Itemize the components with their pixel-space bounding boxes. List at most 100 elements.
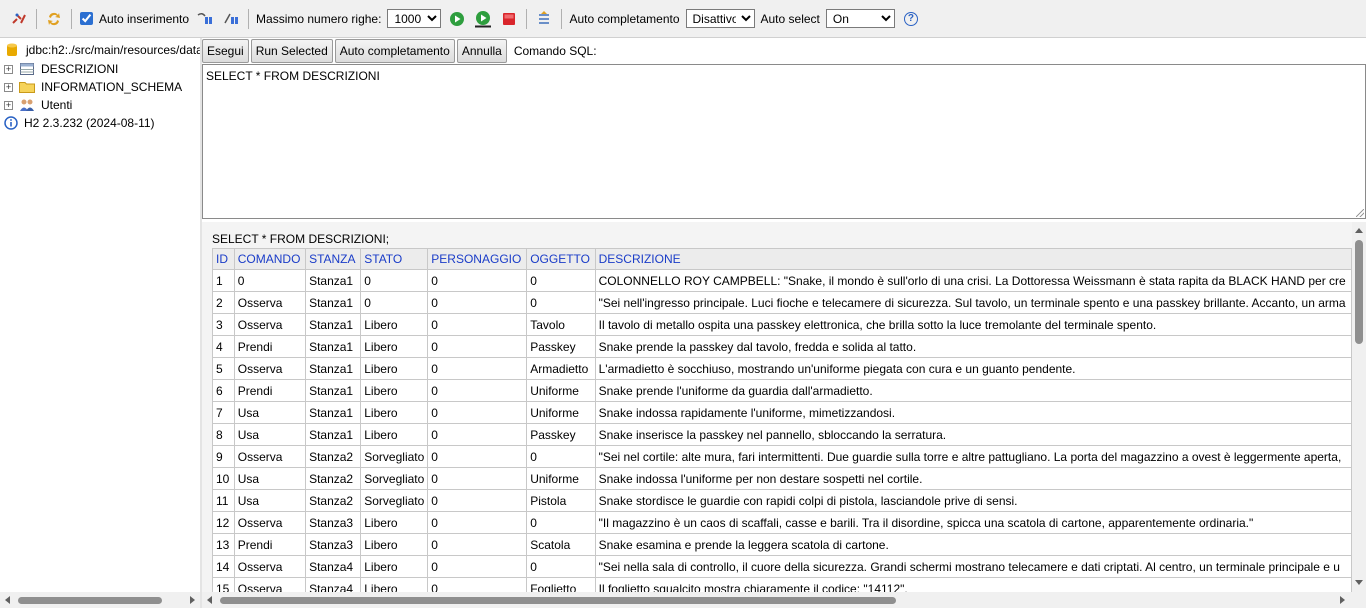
table-cell[interactable]: Usa xyxy=(233,467,307,490)
table-cell[interactable]: 2 xyxy=(212,291,235,314)
scroll-up-icon[interactable] xyxy=(1355,228,1363,233)
table-cell[interactable]: Libero xyxy=(360,357,429,380)
table-cell[interactable]: Stanza1 xyxy=(305,291,362,314)
expand-icon[interactable]: + xyxy=(4,100,13,110)
table-cell[interactable]: Libero xyxy=(360,533,429,556)
table-cell[interactable]: Sorvegliato xyxy=(360,489,429,512)
results-vertical-scrollbar[interactable] xyxy=(1352,222,1366,592)
auto-insert-checkbox[interactable] xyxy=(80,12,93,25)
table-cell[interactable]: Usa xyxy=(233,423,307,446)
scroll-left-icon[interactable] xyxy=(5,596,10,604)
table-cell[interactable]: Stanza3 xyxy=(305,511,362,534)
table-row[interactable]: 6 Prendi Stanza1 Libero 0 Uniforme Snake prend… xyxy=(212,379,1352,402)
table-cell[interactable]: 0 xyxy=(427,489,528,512)
table-row[interactable]: 9 Osserva Stanza2 Sorvegliato 0 0 "Sei nel cor… xyxy=(212,445,1352,468)
table-cell[interactable]: 0 xyxy=(526,445,596,468)
run-selected-button[interactable]: Run Selected xyxy=(250,39,333,63)
table-cell[interactable]: Osserva xyxy=(233,445,307,468)
table-cell[interactable]: Pistola xyxy=(526,489,596,512)
table-cell[interactable]: Sorvegliato xyxy=(360,467,429,490)
table-cell[interactable]: Libero xyxy=(360,555,429,578)
scroll-thumb[interactable] xyxy=(220,597,896,604)
table-cell[interactable]: Snake indossa l'uniforme per non destare… xyxy=(594,467,1352,490)
table-cell[interactable]: COLONNELLO ROY CAMPBELL: "Snake, il mond… xyxy=(594,269,1352,292)
table-cell[interactable]: Snake stordisce le guardie con rapidi co… xyxy=(594,489,1352,512)
table-cell[interactable]: Stanza1 xyxy=(305,423,362,446)
table-cell[interactable]: Prendi xyxy=(233,335,307,358)
table-cell[interactable]: Sorvegliato xyxy=(360,445,429,468)
table-cell[interactable]: Uniforme xyxy=(526,379,596,402)
column-header-stato[interactable]: STATO xyxy=(360,248,429,270)
table-cell[interactable]: 6 xyxy=(212,379,235,402)
table-cell[interactable]: 9 xyxy=(212,445,235,468)
expand-icon[interactable]: + xyxy=(4,64,13,74)
column-header-id[interactable]: ID xyxy=(212,248,235,270)
run-icon[interactable] xyxy=(447,9,467,29)
table-cell[interactable]: "Sei nell'ingresso principale. Luci fioc… xyxy=(594,291,1352,314)
scroll-left-icon[interactable] xyxy=(207,596,212,604)
table-cell[interactable]: 0 xyxy=(526,269,596,292)
table-cell[interactable]: Osserva xyxy=(233,313,307,336)
table-cell[interactable]: Libero xyxy=(360,401,429,424)
table-row[interactable]: 11 Usa Stanza2 Sorvegliato 0 Pistola Snake sto… xyxy=(212,489,1352,512)
table-cell[interactable]: 0 xyxy=(427,577,528,592)
table-cell[interactable]: 0 xyxy=(427,533,528,556)
column-header-personaggio[interactable]: PERSONAGGIO xyxy=(427,248,528,270)
table-cell[interactable]: Stanza2 xyxy=(305,467,362,490)
table-cell[interactable]: Stanza2 xyxy=(305,489,362,512)
table-cell[interactable]: 0 xyxy=(526,511,596,534)
table-cell[interactable]: Stanza1 xyxy=(305,269,362,292)
table-cell[interactable]: Osserva xyxy=(233,357,307,380)
cancel-button[interactable]: Annulla xyxy=(456,39,507,63)
tree-item-utenti[interactable]: + Utenti xyxy=(4,96,72,114)
table-cell[interactable]: Libero xyxy=(360,577,429,592)
table-cell[interactable]: Stanza1 xyxy=(305,401,362,424)
table-cell[interactable]: 14 xyxy=(212,555,235,578)
scroll-thumb[interactable] xyxy=(1355,240,1363,344)
table-row[interactable]: 8 Usa Stanza1 Libero 0 Passkey Snake inserisce… xyxy=(212,423,1352,446)
commit-icon[interactable] xyxy=(221,9,241,29)
tree-horizontal-scrollbar[interactable] xyxy=(0,592,200,608)
refresh-icon[interactable] xyxy=(44,9,64,29)
table-cell[interactable]: Prendi xyxy=(233,379,307,402)
table-cell[interactable]: 12 xyxy=(212,511,235,534)
table-cell[interactable]: Foglietto xyxy=(526,577,596,592)
table-row[interactable]: 15 Osserva Stanza4 Libero 0 Foglietto Il fogli… xyxy=(212,577,1352,592)
table-cell[interactable]: Snake prende l'uniforme da guardia dall'… xyxy=(594,379,1352,402)
expand-icon[interactable]: + xyxy=(4,82,13,92)
table-cell[interactable]: Osserva xyxy=(233,291,307,314)
table-row[interactable]: 7 Usa Stanza1 Libero 0 Uniforme Snake indossa … xyxy=(212,401,1352,424)
table-row[interactable]: 12 Osserva Stanza3 Libero 0 0 "Il magazzino è … xyxy=(212,511,1352,534)
table-cell[interactable]: Stanza1 xyxy=(305,313,362,336)
table-row[interactable]: 4 Prendi Stanza1 Libero 0 Passkey Snake prende… xyxy=(212,335,1352,358)
table-cell[interactable]: Snake prende la passkey dal tavolo, fred… xyxy=(594,335,1352,358)
table-cell[interactable]: 0 xyxy=(427,423,528,446)
table-cell[interactable]: Il tavolo di metallo ospita una passkey … xyxy=(594,313,1352,336)
table-row[interactable]: 5 Osserva Stanza1 Libero 0 Armadietto L'armadi… xyxy=(212,357,1352,380)
table-cell[interactable]: Libero xyxy=(360,423,429,446)
stop-icon[interactable] xyxy=(499,9,519,29)
table-cell[interactable]: Tavolo xyxy=(526,313,596,336)
autoselect-select[interactable]: On xyxy=(825,9,895,28)
table-cell[interactable]: 4 xyxy=(212,335,235,358)
table-cell[interactable]: Libero xyxy=(360,335,429,358)
table-cell[interactable]: 3 xyxy=(212,313,235,336)
table-cell[interactable]: Stanza2 xyxy=(305,445,362,468)
results-horizontal-scrollbar[interactable] xyxy=(202,592,1366,608)
table-cell[interactable]: Osserva xyxy=(233,555,307,578)
table-cell[interactable]: 8 xyxy=(212,423,235,446)
table-cell[interactable]: "Sei nella sala di controllo, il cuore d… xyxy=(594,555,1352,578)
scroll-thumb[interactable] xyxy=(18,597,162,604)
table-cell[interactable]: Osserva xyxy=(233,577,307,592)
table-cell[interactable]: Passkey xyxy=(526,423,596,446)
tree-item-information-schema[interactable]: + INFORMATION_SCHEMA xyxy=(4,78,182,96)
table-cell[interactable]: Osserva xyxy=(233,511,307,534)
table-cell[interactable]: Armadietto xyxy=(526,357,596,380)
table-cell[interactable]: 0 xyxy=(427,401,528,424)
table-cell[interactable]: Libero xyxy=(360,511,429,534)
column-header-descrizione[interactable]: DESCRIZIONE xyxy=(594,248,1352,270)
max-rows-select[interactable]: 1000 xyxy=(387,9,442,28)
table-cell[interactable]: 0 xyxy=(360,291,429,314)
table-cell[interactable]: 11 xyxy=(212,489,235,512)
table-row[interactable]: 10 Usa Stanza2 Sorvegliato 0 Uniforme Snake in… xyxy=(212,467,1352,490)
